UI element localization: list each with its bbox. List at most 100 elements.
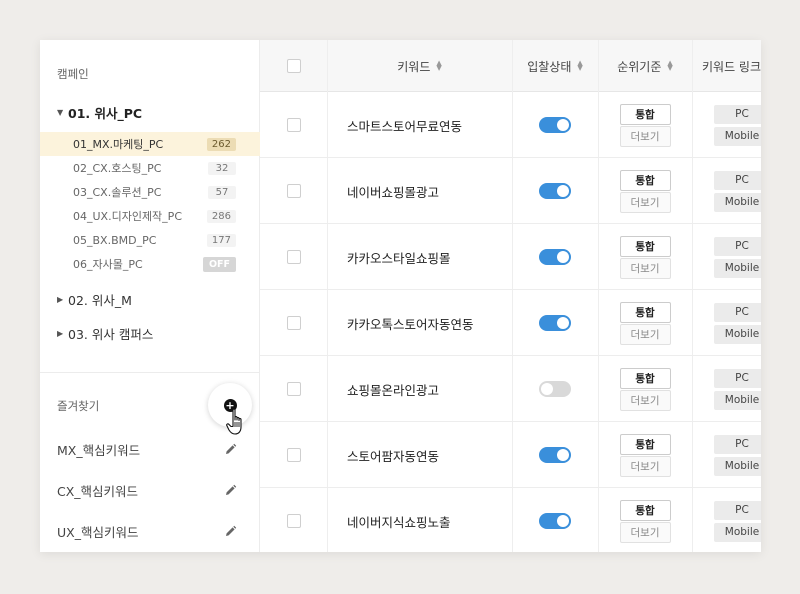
header-rank-basis[interactable]: 순위기준 ▲ ▼	[598, 40, 692, 92]
row-checkbox[interactable]	[286, 514, 301, 528]
rank-integrated-button[interactable]: 통합	[619, 169, 671, 191]
sub-item-label: 03_CX.솔루션_PC	[73, 186, 162, 199]
bid-status-cell	[512, 92, 598, 158]
table-row: 스마트스토어무료연동 통합 더보기 PC Mobile	[260, 92, 761, 158]
favorite-item-mx[interactable]: MX_핵심키워드	[57, 440, 237, 459]
rank-more-button[interactable]: 더보기	[619, 323, 671, 345]
rank-more-button[interactable]: 더보기	[619, 521, 671, 543]
bid-status-toggle[interactable]	[539, 381, 571, 397]
sub-item-mx-marketing[interactable]: 01_MX.마케팅_PC 262	[40, 132, 260, 156]
sub-item-label: 04_UX.디자인제작_PC	[73, 210, 182, 223]
rank-more-button[interactable]: 더보기	[619, 191, 671, 213]
sub-item-label: 01_MX.마케팅_PC	[73, 138, 164, 151]
caret-down-icon: ▼	[57, 108, 64, 117]
sort-arrows-icon: ▲ ▼	[436, 59, 442, 72]
rank-integrated-button[interactable]: 통합	[619, 367, 671, 389]
campaign-sub-list: 01_MX.마케팅_PC 262 02_CX.호스팅_PC 32 03_CX.솔…	[40, 132, 260, 276]
header-keyword[interactable]: 키워드 ▲ ▼	[327, 40, 512, 92]
sidebar-divider	[40, 372, 260, 373]
bid-status-toggle[interactable]	[539, 513, 571, 529]
table-row: 스토어팜자동연동 통합 더보기 PC Mobile	[260, 422, 761, 488]
favorite-item-cx[interactable]: CX_핵심키워드	[57, 481, 237, 500]
link-pc-button[interactable]: PC	[714, 500, 761, 520]
header-bid-status[interactable]: 입찰상태 ▲ ▼	[512, 40, 598, 92]
keyword-cell: 네이버지식쇼핑노출	[347, 488, 512, 552]
campaign-group-m[interactable]: ▶ 02. 위사_M	[57, 290, 132, 309]
keyword-cell: 스마트스토어무료연동	[347, 92, 512, 158]
rank-integrated-button[interactable]: 통합	[619, 301, 671, 323]
select-all-checkbox[interactable]	[286, 59, 301, 73]
sub-item-own-mall[interactable]: 06_자사몰_PC OFF	[40, 252, 260, 276]
bid-status-cell	[512, 488, 598, 552]
link-mobile-button[interactable]: Mobile	[714, 390, 761, 410]
campaign-group-campus[interactable]: ▶ 03. 위사 캠퍼스	[57, 324, 153, 343]
link-pc-button[interactable]: PC	[714, 302, 761, 322]
keyword-link-cell: PC Mobile	[714, 356, 761, 422]
link-mobile-button[interactable]: Mobile	[714, 192, 761, 212]
link-pc-button[interactable]: PC	[714, 368, 761, 388]
keyword-text: 스마트스토어무료연동	[347, 118, 463, 134]
row-checkbox-cell	[260, 158, 327, 224]
row-checkbox-cell	[260, 422, 327, 488]
caret-right-icon: ▶	[57, 295, 64, 304]
campaign-title: 캠페인	[57, 67, 89, 81]
count-badge: 286	[206, 209, 236, 223]
bid-status-cell	[512, 224, 598, 290]
rank-more-button[interactable]: 더보기	[619, 125, 671, 147]
count-badge: 32	[208, 161, 236, 175]
rank-basis-cell: 통합 더보기	[598, 158, 692, 224]
campaign-window: 캠페인 ▼ 01. 위사_PC 01_MX.마케팅_PC 262 02_CX.호…	[40, 40, 761, 552]
link-pc-button[interactable]: PC	[714, 236, 761, 256]
sub-item-cx-hosting[interactable]: 02_CX.호스팅_PC 32	[40, 156, 260, 180]
rank-more-button[interactable]: 더보기	[619, 389, 671, 411]
rank-more-button[interactable]: 더보기	[619, 257, 671, 279]
row-checkbox[interactable]	[286, 250, 301, 264]
bid-status-toggle[interactable]	[539, 447, 571, 463]
row-checkbox[interactable]	[286, 448, 301, 462]
sub-item-ux-design[interactable]: 04_UX.디자인제작_PC 286	[40, 204, 260, 228]
rank-integrated-button[interactable]: 통합	[619, 433, 671, 455]
link-mobile-button[interactable]: Mobile	[714, 456, 761, 476]
rank-more-button[interactable]: 더보기	[619, 455, 671, 477]
link-pc-button[interactable]: PC	[714, 170, 761, 190]
link-pc-button[interactable]: PC	[714, 104, 761, 124]
row-checkbox-cell	[260, 488, 327, 552]
link-mobile-button[interactable]: Mobile	[714, 258, 761, 278]
row-checkbox[interactable]	[286, 316, 301, 330]
rank-basis-cell: 통합 더보기	[598, 92, 692, 158]
link-pc-button[interactable]: PC	[714, 434, 761, 454]
sub-item-cx-solution[interactable]: 03_CX.솔루션_PC 57	[40, 180, 260, 204]
header-label: 입찰상태	[527, 59, 572, 74]
pencil-icon[interactable]	[224, 484, 237, 497]
rank-integrated-button[interactable]: 통합	[619, 103, 671, 125]
keyword-link-cell: PC Mobile	[714, 92, 761, 158]
link-mobile-button[interactable]: Mobile	[714, 126, 761, 146]
row-checkbox[interactable]	[286, 382, 301, 396]
keyword-text: 쇼핑몰온라인광고	[347, 382, 440, 398]
link-mobile-button[interactable]: Mobile	[714, 324, 761, 344]
sub-item-bx-bmd[interactable]: 05_BX.BMD_PC 177	[40, 228, 260, 252]
keyword-link-cell: PC Mobile	[714, 290, 761, 356]
keyword-text: 스토어팜자동연동	[347, 448, 440, 464]
sidebar: 캠페인 ▼ 01. 위사_PC 01_MX.마케팅_PC 262 02_CX.호…	[40, 40, 260, 552]
row-checkbox-cell	[260, 224, 327, 290]
campaign-group-pc[interactable]: ▼ 01. 위사_PC	[57, 103, 142, 122]
pencil-icon[interactable]	[224, 525, 237, 538]
bid-status-toggle[interactable]	[539, 117, 571, 133]
link-mobile-button[interactable]: Mobile	[714, 522, 761, 542]
favorite-label: UX_핵심키워드	[57, 525, 139, 540]
row-checkbox[interactable]	[286, 184, 301, 198]
bid-status-toggle[interactable]	[539, 315, 571, 331]
bid-status-cell	[512, 422, 598, 488]
rank-basis-cell: 통합 더보기	[598, 422, 692, 488]
favorite-item-ux[interactable]: UX_핵심키워드	[57, 522, 237, 541]
header-checkbox-cell	[260, 40, 327, 92]
bid-status-toggle[interactable]	[539, 249, 571, 265]
header-keyword-link[interactable]: 키워드 링크	[692, 40, 761, 92]
rank-integrated-button[interactable]: 통합	[619, 499, 671, 521]
count-badge: 177	[206, 233, 236, 247]
rank-integrated-button[interactable]: 통합	[619, 235, 671, 257]
bid-status-toggle[interactable]	[539, 183, 571, 199]
row-checkbox[interactable]	[286, 118, 301, 132]
pencil-icon[interactable]	[224, 443, 237, 456]
